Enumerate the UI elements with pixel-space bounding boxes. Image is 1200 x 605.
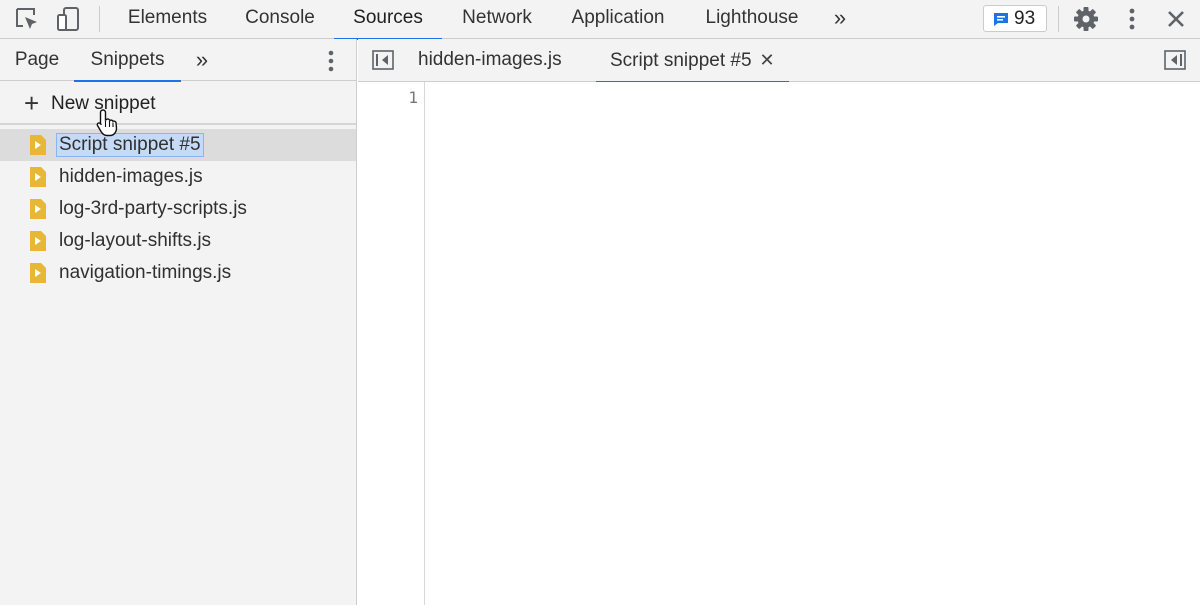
tab-sources[interactable]: Sources bbox=[334, 0, 442, 40]
navigator-panel: Page Snippets » + New snippet Script sni… bbox=[0, 39, 357, 605]
plus-icon: + bbox=[24, 88, 40, 118]
toggle-debugger-icon[interactable] bbox=[1164, 50, 1186, 70]
line-number-gutter: 1 bbox=[358, 82, 425, 605]
navigator-more-tabs-button[interactable]: » bbox=[188, 39, 216, 81]
editor-panel: hidden-images.js Script snippet #5 ✕ 1 bbox=[358, 39, 1200, 605]
tab-page[interactable]: Page bbox=[8, 39, 66, 81]
snippet-item[interactable]: hidden-images.js bbox=[0, 161, 356, 193]
tab-application[interactable]: Application bbox=[559, 0, 677, 39]
tab-lighthouse[interactable]: Lighthouse bbox=[693, 0, 811, 39]
snippet-file-icon bbox=[30, 135, 46, 155]
issues-badge[interactable]: 93 bbox=[983, 5, 1047, 32]
snippet-name: log-3rd-party-scripts.js bbox=[59, 198, 247, 219]
editor-tab-label: Script snippet #5 bbox=[610, 50, 752, 71]
navigator-menu-icon[interactable] bbox=[320, 49, 342, 73]
toolbar-divider bbox=[99, 6, 100, 32]
more-tabs-button[interactable]: » bbox=[825, 0, 855, 39]
snippet-item[interactable]: navigation-timings.js bbox=[0, 257, 356, 289]
code-editor[interactable] bbox=[426, 82, 1200, 605]
snippet-name: hidden-images.js bbox=[59, 166, 203, 187]
navigator-tabs: Page Snippets » bbox=[0, 39, 356, 82]
snippet-name[interactable]: Script snippet #5 bbox=[56, 133, 204, 157]
editor-tab-script-snippet[interactable]: Script snippet #5 ✕ bbox=[596, 39, 789, 83]
toolbar-divider bbox=[1058, 6, 1059, 32]
line-number: 1 bbox=[408, 88, 418, 107]
toggle-navigator-icon[interactable] bbox=[372, 50, 394, 70]
snippet-file-icon bbox=[30, 199, 46, 219]
close-icon[interactable] bbox=[1163, 6, 1189, 32]
tab-console[interactable]: Console bbox=[231, 0, 329, 39]
snippet-item[interactable]: log-3rd-party-scripts.js bbox=[0, 193, 356, 225]
tab-elements[interactable]: Elements bbox=[115, 0, 220, 39]
vertical-ellipsis-icon[interactable] bbox=[1119, 6, 1145, 32]
snippet-file-icon bbox=[30, 231, 46, 251]
issues-count: 93 bbox=[1014, 8, 1036, 29]
tab-close-icon[interactable]: ✕ bbox=[760, 39, 775, 81]
snippet-file-icon bbox=[30, 167, 46, 187]
snippet-list: Script snippet #5 hidden-images.js log-3… bbox=[0, 129, 356, 289]
snippet-item[interactable]: Script snippet #5 bbox=[0, 129, 356, 161]
gear-icon[interactable] bbox=[1073, 6, 1099, 32]
snippet-name: log-layout-shifts.js bbox=[59, 230, 212, 251]
editor-tab-hidden-images[interactable]: hidden-images.js bbox=[418, 39, 562, 82]
snippet-item[interactable]: log-layout-shifts.js bbox=[0, 225, 356, 257]
device-toolbar-icon[interactable] bbox=[55, 6, 81, 32]
issues-icon bbox=[993, 12, 1009, 27]
tab-network[interactable]: Network bbox=[450, 0, 544, 39]
editor-tab-label: hidden-images.js bbox=[418, 49, 562, 70]
new-snippet-button[interactable]: + New snippet bbox=[0, 82, 356, 125]
devtools-toolbar: Elements Console Sources Network Applica… bbox=[0, 0, 1200, 40]
tab-snippets[interactable]: Snippets bbox=[74, 39, 181, 82]
snippet-file-icon bbox=[30, 263, 46, 283]
inspect-element-icon[interactable] bbox=[14, 6, 40, 32]
snippet-name: navigation-timings.js bbox=[59, 262, 232, 283]
editor-tabs: hidden-images.js Script snippet #5 ✕ bbox=[358, 39, 1200, 83]
hand-cursor-icon bbox=[95, 108, 121, 138]
